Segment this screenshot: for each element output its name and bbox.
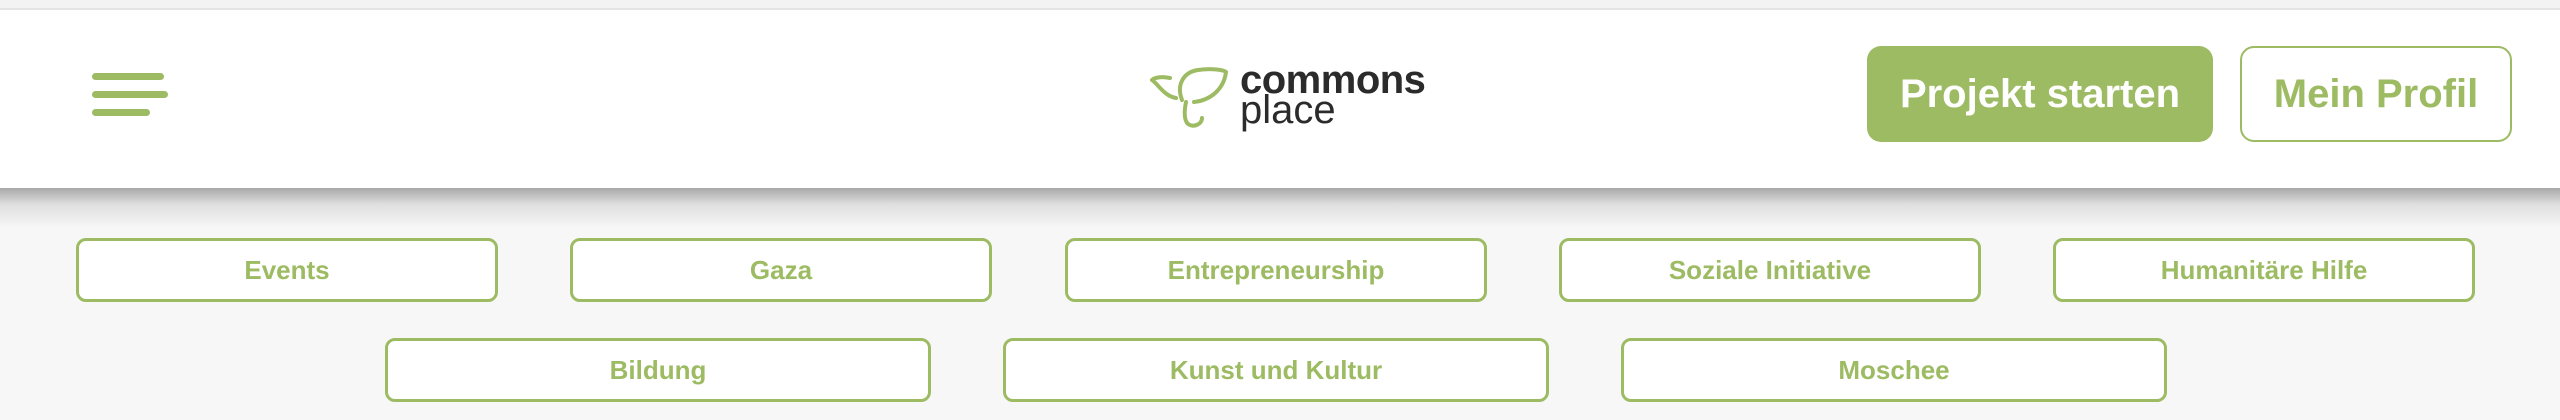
header-shadow [0,188,2560,228]
top-border [0,0,2560,10]
hamburger-menu-icon[interactable] [90,70,170,118]
my-profile-button[interactable]: Mein Profil [2240,46,2512,142]
tag-kunst-und-kultur[interactable]: Kunst und Kultur [1003,338,1549,402]
tag-bildung[interactable]: Bildung [385,338,931,402]
logo[interactable]: commons place [1150,58,1430,138]
tag-soziale-initiative[interactable]: Soziale Initiative [1559,238,1981,302]
logo-word-place: place [1240,88,1336,132]
tag-humanitaere-hilfe[interactable]: Humanitäre Hilfe [2053,238,2475,302]
tag-entrepreneurship[interactable]: Entrepreneurship [1065,238,1487,302]
tag-gaza[interactable]: Gaza [570,238,992,302]
tag-moschee[interactable]: Moschee [1621,338,2167,402]
tag-events[interactable]: Events [76,238,498,302]
start-project-button[interactable]: Projekt starten [1867,46,2213,142]
sprout-leaf-icon [1150,67,1229,128]
site-header: commons place Projekt starten Mein Profi… [0,10,2560,188]
